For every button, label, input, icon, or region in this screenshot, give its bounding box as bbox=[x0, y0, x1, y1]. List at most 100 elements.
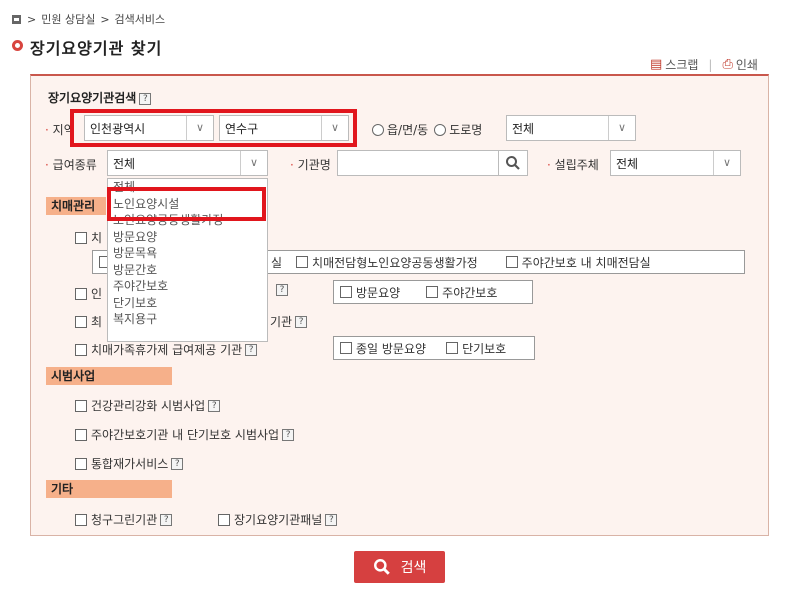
help-icon[interactable]: ? bbox=[171, 457, 184, 470]
day-care-label: 주야간보호 bbox=[442, 285, 498, 300]
dementia-item-3: 최 bbox=[75, 313, 102, 330]
radio-road-label[interactable]: 도로명 bbox=[449, 121, 482, 138]
dementia-sub-checkbox-2[interactable] bbox=[296, 256, 309, 268]
dementia-sub-label-3: 주야간보호 내 치매전담실 bbox=[521, 255, 651, 270]
founder-label-text: 설립주체 bbox=[554, 158, 599, 172]
dementia-item-1-label: 치 bbox=[91, 231, 103, 245]
radio-town-label[interactable]: 읍/면/동 bbox=[387, 121, 428, 138]
name-input[interactable] bbox=[337, 150, 499, 176]
benefit-marker: · bbox=[45, 158, 49, 172]
dementia-item-4: 치매가족휴가제 급여제공 기관? bbox=[75, 341, 258, 358]
pilot-item-1-checkbox[interactable] bbox=[75, 399, 87, 412]
fullday-care-checkbox[interactable] bbox=[340, 342, 352, 354]
help-icon[interactable]: ? bbox=[325, 513, 338, 526]
pilot-item-3: 통합재가서비스? bbox=[75, 455, 184, 472]
help-icon[interactable]: ? bbox=[276, 284, 288, 296]
dementia-item-2-checkbox[interactable] bbox=[75, 287, 87, 300]
dementia-item-4-checkbox[interactable] bbox=[75, 343, 87, 356]
benefit-label-text: 급여종류 bbox=[52, 158, 97, 172]
search-icon bbox=[373, 559, 390, 575]
dementia-item-3-suffix: 기관? bbox=[270, 313, 308, 330]
form-title: 장기요양기관검색 bbox=[48, 91, 137, 105]
dementia-item-3-label: 최 bbox=[91, 315, 103, 329]
region-marker: · bbox=[45, 123, 49, 137]
day-care-checkbox[interactable] bbox=[426, 286, 439, 298]
help-icon[interactable]: ? bbox=[160, 513, 173, 526]
search-button[interactable]: 검색 bbox=[354, 551, 445, 583]
scrap-button[interactable]: 스크랩 bbox=[665, 56, 698, 73]
radio-town[interactable] bbox=[372, 123, 384, 136]
address-type-radios: 읍/면/동 도로명 bbox=[372, 121, 482, 138]
dropdown-option[interactable]: 방문요양 bbox=[108, 229, 267, 246]
help-icon[interactable]: ? bbox=[139, 92, 152, 105]
town-select-value: 전체 bbox=[512, 121, 535, 136]
town-select[interactable]: 전체 ∨ bbox=[506, 115, 636, 141]
dementia-sub-checkbox-3[interactable] bbox=[505, 256, 518, 268]
dementia-item-3-suffix-text: 기관 bbox=[270, 315, 293, 329]
sigungu-select[interactable]: 연수구 ∨ bbox=[219, 115, 349, 141]
chevron-down-icon: ∨ bbox=[186, 116, 213, 140]
search-button-label: 검색 bbox=[400, 560, 427, 576]
help-icon[interactable]: ? bbox=[295, 315, 308, 328]
help-icon[interactable]: ? bbox=[282, 428, 295, 441]
breadcrumb-separator: > bbox=[27, 12, 37, 26]
breadcrumb-item[interactable]: 검색서비스 bbox=[115, 11, 166, 27]
page-title: 장기요양기관 찾기 bbox=[30, 39, 163, 58]
sido-select[interactable]: 인천광역시 ∨ bbox=[84, 115, 214, 141]
scrap-icon[interactable]: ▤ bbox=[650, 57, 662, 72]
dementia-item-2-label: 인 bbox=[91, 287, 103, 301]
dementia-item-1-checkbox[interactable] bbox=[75, 231, 87, 244]
pilot-item-2-checkbox[interactable] bbox=[75, 428, 87, 441]
chevron-down-icon: ∨ bbox=[240, 151, 267, 175]
etc-item-2-label: 장기요양기관패널 bbox=[234, 513, 323, 527]
dropdown-option[interactable]: 단기보호 bbox=[108, 295, 267, 312]
etc-item-2-checkbox[interactable] bbox=[218, 513, 230, 526]
home-icon[interactable] bbox=[12, 14, 21, 24]
page-tools: ▤ 스크랩 | ⎙ 인쇄 bbox=[650, 56, 758, 73]
etc-item-1-checkbox[interactable] bbox=[75, 513, 87, 526]
chevron-down-icon: ∨ bbox=[608, 116, 635, 140]
dementia-item-3-checkbox[interactable] bbox=[75, 315, 87, 328]
benefit-select[interactable]: 전체 ∨ bbox=[107, 150, 268, 176]
dropdown-option[interactable]: 복지용구 bbox=[108, 311, 267, 328]
radio-road[interactable] bbox=[434, 123, 447, 136]
dropdown-option[interactable]: 방문목욕 bbox=[108, 245, 267, 262]
dementia-sub-label-1: 실 bbox=[271, 255, 283, 270]
pilot-item-3-label: 통합재가서비스 bbox=[91, 457, 169, 471]
pilot-item-1-label: 건강관리강화 시범사업 bbox=[91, 399, 206, 413]
breadcrumb-separator: > bbox=[100, 12, 110, 26]
pilot-item-3-checkbox[interactable] bbox=[75, 457, 87, 470]
chevron-down-icon: ∨ bbox=[321, 116, 348, 140]
pilot-item-2: 주야간보호기관 내 단기보호 시범사업? bbox=[75, 426, 295, 443]
pilot-item-1: 건강관리강화 시범사업? bbox=[75, 397, 221, 414]
tools-divider: | bbox=[708, 57, 713, 72]
dementia-item-4-label: 치매가족휴가제 급여제공 기관 bbox=[91, 343, 243, 357]
name-label-text: 기관명 bbox=[297, 158, 331, 172]
name-marker: · bbox=[290, 158, 294, 172]
short-stay-checkbox[interactable] bbox=[446, 342, 459, 354]
founder-select[interactable]: 전체 ∨ bbox=[610, 150, 741, 176]
founder-marker: · bbox=[547, 158, 551, 172]
name-search-button[interactable] bbox=[498, 150, 528, 176]
founder-label: · 설립주체 bbox=[547, 156, 599, 173]
print-icon[interactable]: ⎙ bbox=[722, 57, 732, 72]
option-highlight-box bbox=[107, 187, 266, 221]
section-etc: 기타 bbox=[46, 480, 172, 498]
dropdown-option[interactable]: 방문간호 bbox=[108, 262, 267, 279]
print-button[interactable]: 인쇄 bbox=[736, 56, 758, 73]
home-care-checkbox[interactable] bbox=[340, 286, 352, 298]
section-pilot: 시범사업 bbox=[46, 367, 172, 385]
dementia-item-4-options: 종일 방문요양 단기보호 bbox=[333, 336, 535, 360]
etc-item-1: 청구그린기관? bbox=[75, 511, 173, 528]
fullday-care-label: 종일 방문요양 bbox=[356, 341, 427, 356]
help-icon[interactable]: ? bbox=[245, 343, 258, 356]
dropdown-option[interactable]: 주야간보호 bbox=[108, 278, 267, 295]
home-care-label: 방문요양 bbox=[356, 285, 401, 300]
breadcrumb-item[interactable]: 민원 상담실 bbox=[41, 11, 95, 27]
form-heading: 장기요양기관검색? bbox=[48, 89, 152, 106]
title-bullet-icon bbox=[12, 40, 23, 51]
founder-select-value: 전체 bbox=[616, 156, 639, 171]
chevron-down-icon: ∨ bbox=[713, 151, 740, 175]
help-icon[interactable]: ? bbox=[208, 399, 221, 412]
sigungu-value: 연수구 bbox=[225, 121, 259, 136]
